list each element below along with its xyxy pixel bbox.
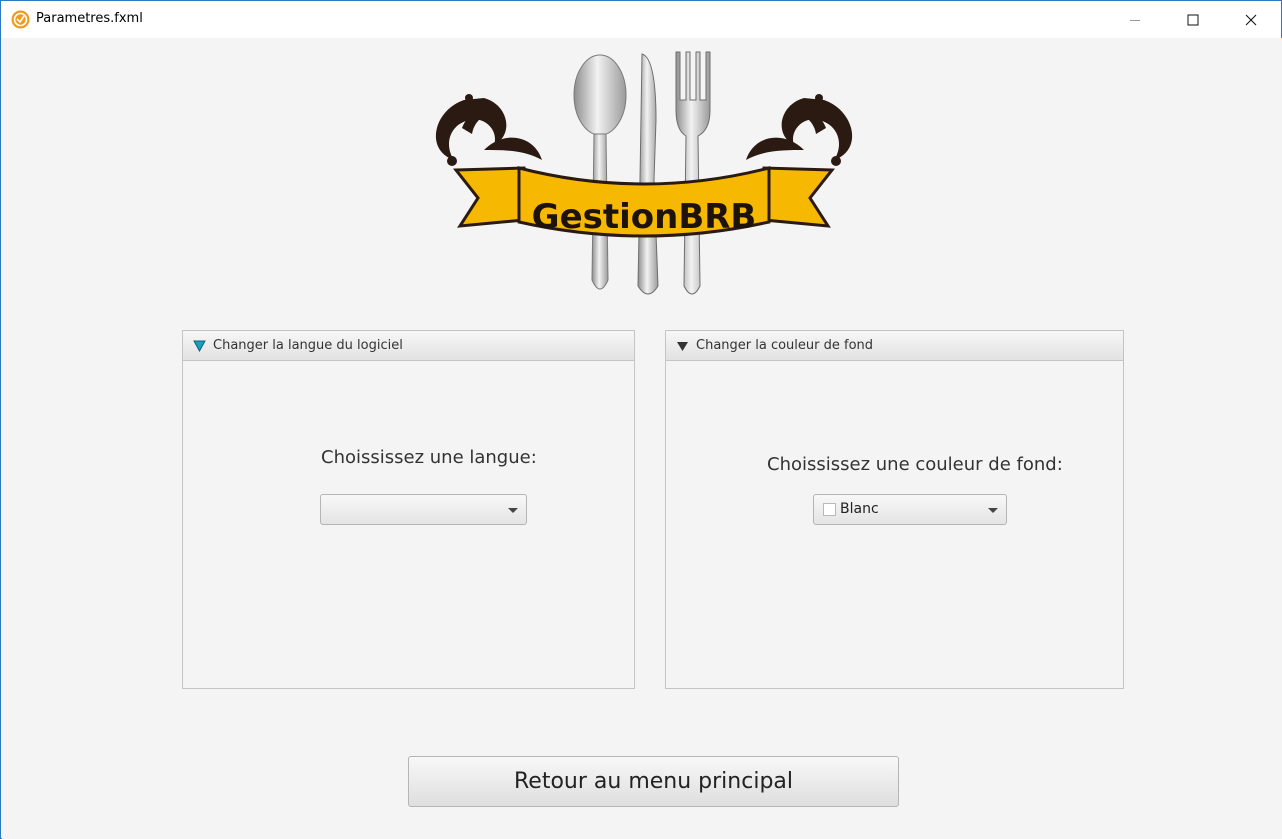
background-color-pane-title: Changer la couleur de fond xyxy=(696,338,874,353)
maximize-button[interactable] xyxy=(1164,1,1222,38)
background-color-pane-header[interactable]: Changer la couleur de fond xyxy=(666,331,1123,361)
collapse-arrow-icon xyxy=(677,342,688,351)
close-icon xyxy=(1245,14,1257,25)
chevron-down-icon xyxy=(988,508,998,513)
language-pane-title: Changer la langue du logiciel xyxy=(213,338,403,353)
language-prompt: Choississez une langue: xyxy=(321,447,537,468)
window-title: Parametres.fxml xyxy=(36,11,143,26)
logo-text: GestionBRB xyxy=(532,197,757,237)
close-button[interactable] xyxy=(1222,1,1280,38)
expanded-arrow-icon xyxy=(193,340,206,352)
right-flourish xyxy=(746,94,853,166)
color-swatch xyxy=(823,503,836,516)
minimize-button[interactable] xyxy=(1106,1,1164,38)
minimize-icon xyxy=(1130,19,1140,21)
language-pane-header[interactable]: Changer la langue du logiciel xyxy=(183,331,634,361)
background-color-combobox-value: Blanc xyxy=(840,501,879,517)
main-content: GestionBRB Changer la langue du logiciel… xyxy=(2,38,1282,839)
gestionbrb-logo: GestionBRB xyxy=(435,51,853,295)
app-icon xyxy=(11,10,30,29)
application-window: Parametres.fxml GestionBRB Changer la la… xyxy=(0,0,1282,839)
title-bar[interactable]: Parametres.fxml xyxy=(1,1,1281,38)
language-combobox[interactable] xyxy=(320,494,527,525)
chevron-down-icon xyxy=(508,508,518,513)
background-color-pane: Changer la couleur de fond Choississez u… xyxy=(665,330,1124,689)
cutlery-icon xyxy=(573,51,711,295)
background-color-prompt: Choississez une couleur de fond: xyxy=(767,454,1063,475)
maximize-icon xyxy=(1187,14,1199,25)
background-color-combobox[interactable]: Blanc xyxy=(813,494,1007,525)
back-to-main-menu-button[interactable]: Retour au menu principal xyxy=(408,756,899,807)
language-pane: Changer la langue du logiciel Choississe… xyxy=(182,330,635,689)
left-flourish xyxy=(435,94,542,166)
